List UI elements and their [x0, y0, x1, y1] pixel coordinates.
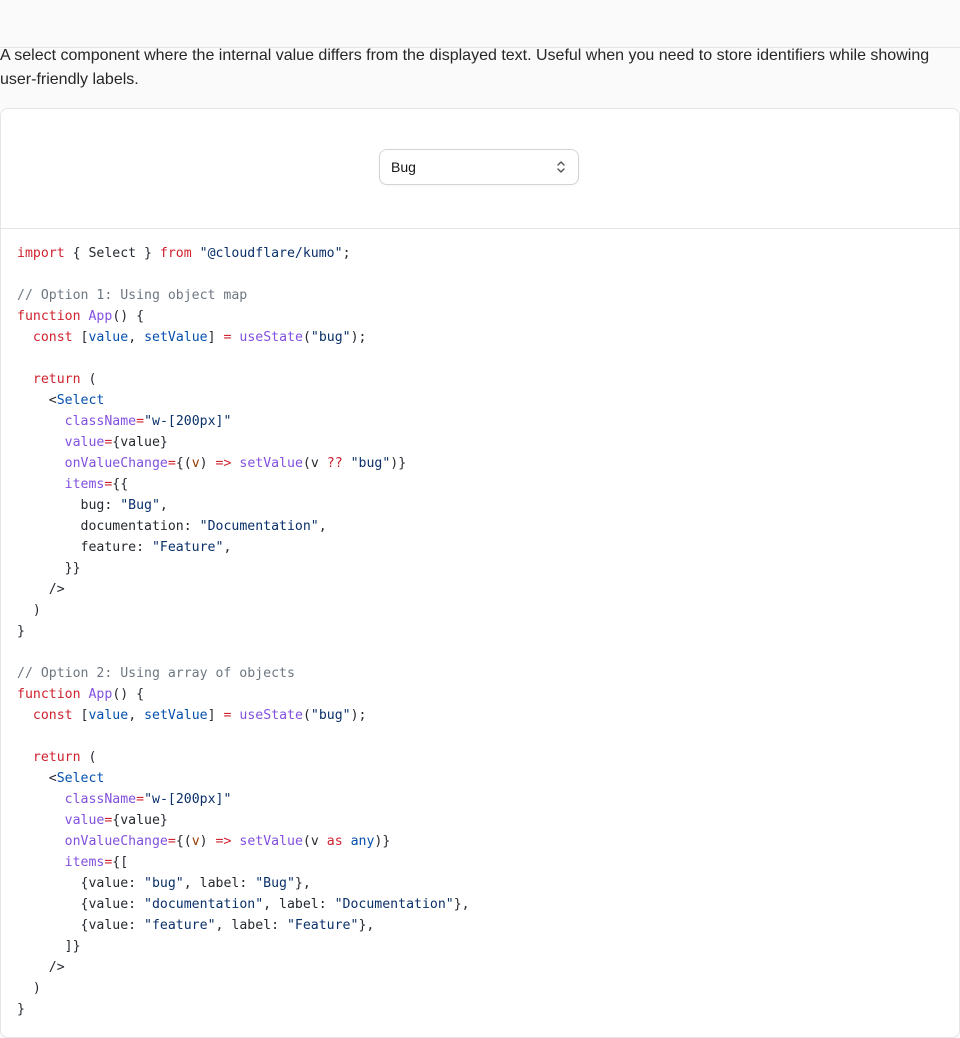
code-line: ]}: [17, 939, 81, 954]
component-description: A select component where the internal va…: [0, 47, 930, 88]
code-line: ): [17, 603, 41, 618]
code-line: }: [17, 1002, 25, 1017]
code-line: value={value}: [64, 435, 168, 450]
select-trigger[interactable]: Bug: [379, 149, 579, 185]
example-card: Bug import { Select } from "@cloudflare/…: [0, 108, 960, 1038]
code-line: const [value, setValue] = useState("bug"…: [32, 330, 367, 345]
code-line: return (: [32, 750, 97, 765]
code-line: const [value, setValue] = useState("bug"…: [32, 708, 367, 723]
code-line: {value: "documentation", label: "Documen…: [17, 897, 470, 912]
code-line: className="w-[200px]": [64, 792, 232, 807]
select-value: Bug: [391, 159, 416, 175]
code-line: ): [17, 981, 41, 996]
code-line: function App() {: [17, 309, 145, 324]
code-line: items={{: [64, 477, 129, 492]
code-line: }}: [17, 561, 81, 576]
code-line: />: [17, 582, 65, 597]
code-line: {value: "feature", label: "Feature"},: [17, 918, 375, 933]
code-line: return (: [32, 372, 97, 387]
top-bar: [0, 0, 960, 48]
code-line: // Option 1: Using object map: [17, 288, 248, 303]
code-block: import { Select } from "@cloudflare/kumo…: [1, 229, 959, 1020]
preview-area: Bug: [1, 109, 959, 229]
code-line: bug: "Bug",: [17, 498, 168, 513]
code-line: documentation: "Documentation",: [17, 519, 327, 534]
code-line: <Select: [17, 771, 105, 786]
chevron-up-down-icon: [555, 160, 567, 174]
code-line: {value: "bug", label: "Bug"},: [17, 876, 311, 891]
code-line: onValueChange={(v) => setValue(v ?? "bug…: [64, 456, 407, 471]
code-line: <Select: [17, 393, 105, 408]
code-line: import { Select } from "@cloudflare/kumo…: [17, 246, 351, 261]
code-line: value={value}: [64, 813, 168, 828]
code-line: function App() {: [17, 687, 145, 702]
code-line: }: [17, 624, 25, 639]
code-line: onValueChange={(v) => setValue(v as any)…: [64, 834, 391, 849]
code-line: items={[: [64, 855, 129, 870]
code-line: feature: "Feature",: [17, 540, 232, 555]
code-line: className="w-[200px]": [64, 414, 232, 429]
code-line: />: [17, 960, 65, 975]
code-line: // Option 2: Using array of objects: [17, 666, 295, 681]
